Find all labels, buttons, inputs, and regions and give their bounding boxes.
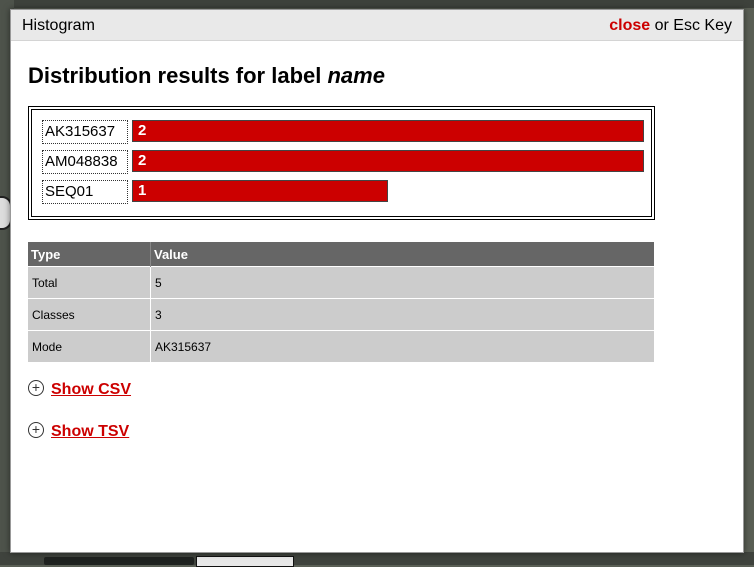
show-csv-link[interactable]: Show CSV: [51, 381, 131, 399]
close-hint: or Esc Key: [650, 17, 732, 34]
table-row: Total 5: [28, 266, 654, 299]
show-tsv-link[interactable]: Show TSV: [51, 423, 129, 441]
cell-type: Mode: [28, 330, 151, 362]
histogram-bar: 2: [132, 120, 644, 142]
title-label-name: name: [327, 63, 385, 88]
background-input: [196, 556, 294, 567]
close-link[interactable]: close: [609, 17, 650, 34]
cell-type: Total: [28, 266, 151, 299]
stats-header-row: Type Value: [28, 242, 654, 267]
bar-label: AK315637: [42, 120, 128, 144]
page-title: Distribution results for label name: [28, 63, 385, 89]
histogram-bar: 2: [132, 150, 644, 172]
close-area: close or Esc Key: [609, 17, 732, 35]
dialog-titlebar: Histogram close or Esc Key: [11, 10, 743, 41]
column-header-value: Value: [150, 242, 654, 267]
cell-value: AK315637: [150, 330, 654, 362]
bar-label: SEQ01: [42, 180, 128, 204]
plus-circle-icon[interactable]: +: [28, 380, 44, 396]
column-header-type: Type: [28, 242, 151, 267]
histogram-frame: AK315637 2 AM048838 2 SEQ01 1: [31, 109, 652, 217]
histogram-dialog: Histogram close or Esc Key Distribution …: [10, 9, 744, 553]
title-prefix: Distribution results for label: [28, 63, 328, 88]
cell-value: 3: [150, 298, 654, 331]
plus-circle-icon[interactable]: +: [28, 422, 44, 438]
bar-label: AM048838: [42, 150, 128, 174]
stats-table: Type Value Total 5 Classes 3 Mode AK3156…: [28, 242, 654, 362]
cell-value: 5: [150, 266, 654, 299]
table-row: Mode AK315637: [28, 330, 654, 362]
cell-type: Classes: [28, 298, 151, 331]
histogram-bar: 1: [132, 180, 388, 202]
histogram-chart: AK315637 2 AM048838 2 SEQ01 1: [28, 106, 655, 220]
background-topbar: [0, 0, 754, 8]
background-text: [44, 557, 194, 565]
dialog-title: Histogram: [22, 17, 95, 34]
table-row: Classes 3: [28, 298, 654, 331]
background-edge: [743, 200, 752, 280]
